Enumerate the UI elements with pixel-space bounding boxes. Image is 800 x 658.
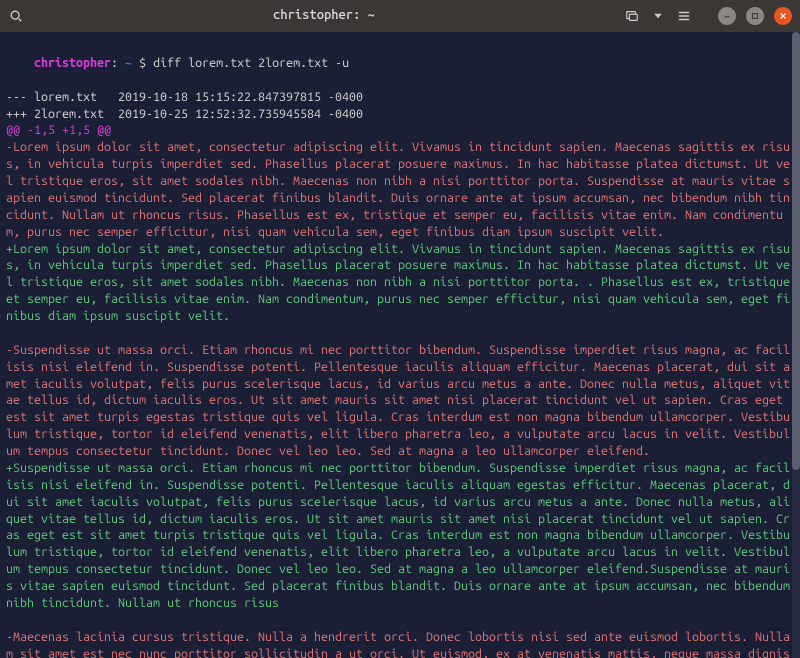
diff-removed-line: -Maecenas lacinia cursus tristique. Null…: [6, 629, 790, 658]
hamburger-icon[interactable]: [676, 8, 692, 24]
titlebar: christopher: ~: [0, 0, 800, 32]
diff-removed-line: -Suspendisse ut massa orci. Etiam rhoncu…: [6, 342, 790, 460]
diff-hunk-header: @@ -1,5 +1,5 @@: [6, 122, 790, 139]
prompt-dollar: $: [132, 56, 153, 70]
prompt-line: christopher: ~ $ diff lorem.txt 2lorem.t…: [6, 38, 790, 89]
diff-added-line: +Suspendisse ut massa orci. Etiam rhoncu…: [6, 460, 790, 612]
diff-context-line: [6, 612, 790, 629]
prompt-user: christopher: [34, 56, 111, 70]
minimize-button[interactable]: [718, 7, 736, 25]
prompt-path: ~: [118, 56, 132, 70]
prompt-separator: :: [111, 56, 118, 70]
diff-plus-header: +++ 2lorem.txt 2019-10-25 12:52:32.73594…: [6, 106, 790, 123]
new-tab-icon[interactable]: [624, 8, 640, 24]
dropdown-icon[interactable]: [650, 8, 666, 24]
command-text: diff lorem.txt 2lorem.txt -u: [153, 56, 349, 70]
diff-context-line: [6, 325, 790, 342]
scrollbar-thumb[interactable]: [792, 32, 800, 470]
diff-minus-header: --- lorem.txt 2019-10-18 15:15:22.847397…: [6, 89, 790, 106]
window-title: christopher: ~: [273, 7, 375, 25]
search-icon[interactable]: [8, 8, 24, 24]
close-button[interactable]: [774, 7, 792, 25]
scrollbar-track[interactable]: [792, 32, 800, 658]
terminal-viewport[interactable]: christopher: ~ $ diff lorem.txt 2lorem.t…: [0, 32, 800, 658]
diff-removed-line: -Lorem ipsum dolor sit amet, consectetur…: [6, 139, 790, 240]
diff-added-line: +Lorem ipsum dolor sit amet, consectetur…: [6, 241, 790, 325]
maximize-button[interactable]: [746, 7, 764, 25]
diff-body: -Lorem ipsum dolor sit amet, consectetur…: [6, 139, 790, 658]
